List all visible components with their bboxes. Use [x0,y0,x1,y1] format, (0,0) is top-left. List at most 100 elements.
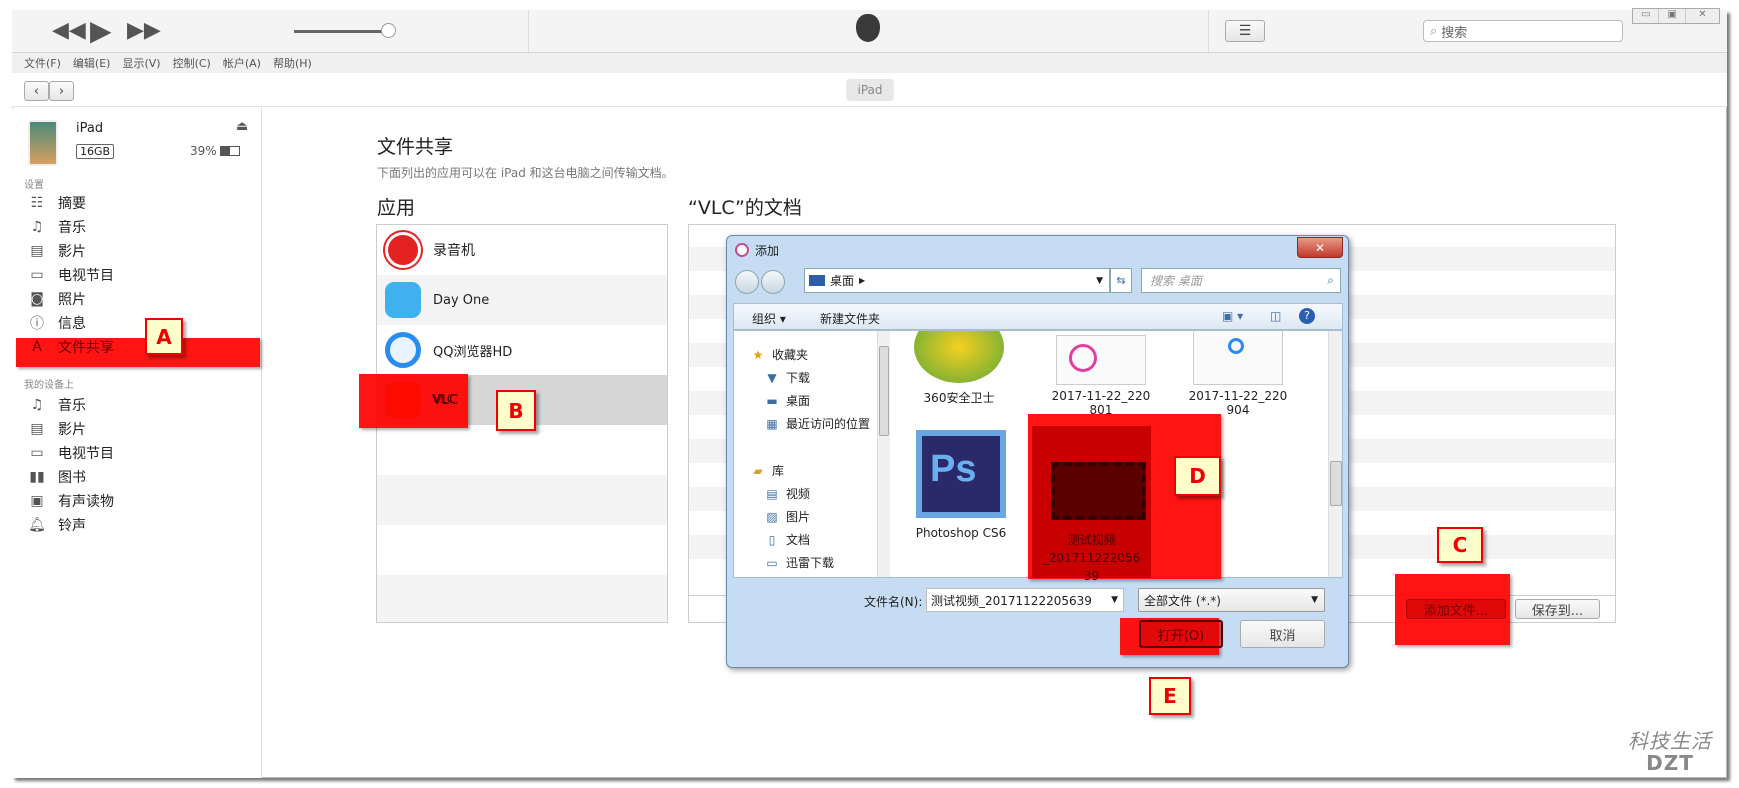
nav-recent[interactable]: ▦ 最近访问的位置 [764,415,870,432]
nav-videos[interactable]: ▤ 视频 [764,485,810,502]
dialog-toolbar: 组织 ▾ 新建文件夹 ▣ ▾ ◫ ? [733,303,1343,330]
filename-input[interactable]: 测试视频_20171122205639 ▼ [926,588,1124,612]
cancel-button[interactable]: 取消 [1240,620,1325,648]
file-type-select[interactable]: 全部文件 (*.*) ▼ [1138,588,1325,612]
nav-row: ‹ › iPad [12,73,1727,107]
sidebar-item-device-books[interactable]: ▮▮ 图书 [26,466,86,488]
camera-icon: ◙ [30,291,44,307]
add-file-dialog: 添加 ✕ 桌面 ▶ ▼ ⇆ 搜索 桌面 ⌕ 组织 ▾ 新建文件夹 ▣ ▾ ◫ ? ★… [726,235,1349,668]
sidebar-item-tv[interactable]: ▭ 电视节目 [26,264,114,286]
add-file-button[interactable]: 添加文件... [1406,599,1506,619]
file-screenshot-1[interactable]: 2017-11-22_220 801 [1036,389,1166,417]
new-folder-button[interactable]: 新建文件夹 [820,310,880,327]
sidebar-item-file-sharing[interactable]: A 文件共享 [26,336,114,358]
nav-documents[interactable]: ▯ 文档 [764,531,810,548]
menu-controls[interactable]: 控制(C) [173,55,211,71]
battery-icon [220,146,240,156]
help-icon[interactable]: ? [1299,308,1315,324]
nav-downloads[interactable]: ▼ 下载 [764,369,810,386]
address-bar[interactable]: 桌面 ▶ ▼ [804,268,1110,293]
page-title: 文件共享 [377,136,454,158]
sidebar-item-summary[interactable]: ☷ 摘要 [26,192,86,214]
device-name: iPad [76,121,104,136]
rewind-icon[interactable]: ◀◀ [52,18,86,43]
menu-help[interactable]: 帮助(H) [273,55,312,71]
info-icon: ⓘ [30,316,44,332]
nav-library[interactable]: ▰ 库 [750,462,784,479]
sidebar-item-photos[interactable]: ◙ 照片 [26,288,86,310]
organize-button[interactable]: 组织 ▾ [752,310,786,327]
video-icon: ▤ [766,486,778,501]
open-button[interactable]: 打开(O) [1139,620,1223,648]
sidebar-item-device-tones[interactable]: 🔔︎ 铃声 [26,514,86,536]
sidebar-item-device-audiobooks[interactable]: ▣ 有声读物 [26,490,114,512]
sidebar: iPad 16GB 39% ⏏ 设置 ☷ 摘要 ♫ 音乐 ▤ 影片 ▭ 电视节目 ◙ 照片… [12,108,262,778]
audiobook-icon: ▣ [30,493,44,509]
forward-button[interactable] [761,270,785,294]
app-row-recorder[interactable]: 录音机 [377,225,667,275]
save-to-button[interactable]: 保存到... [1515,599,1600,619]
music-icon: ♫ [30,219,44,235]
device-capacity: 16GB [76,144,115,159]
back-button[interactable] [735,270,759,294]
picture-icon: ▨ [766,509,778,524]
sidebar-item-music[interactable]: ♫ 音乐 [26,216,86,238]
book-icon: ▮▮ [29,469,45,485]
menu-file[interactable]: 文件(F) [24,55,61,71]
eject-icon[interactable]: ⏏ [236,119,248,134]
app-store-icon: A [32,339,42,355]
refresh-button[interactable]: ⇆ [1110,268,1132,293]
sidebar-item-movies[interactable]: ▤ 影片 [26,240,86,262]
ipad-thumbnail [28,120,58,166]
sidebar-item-device-movies[interactable]: ▤ 影片 [26,418,86,440]
nav-favorites[interactable]: ★ 收藏夹 [750,346,808,363]
minimize-button[interactable]: ▭ [1633,9,1658,23]
nav-pictures[interactable]: ▨ 图片 [764,508,810,525]
app-row-dayone[interactable]: Day One [377,275,667,325]
apps-heading: 应用 [377,197,416,219]
sidebar-item-device-music[interactable]: ♫ 音乐 [26,394,86,416]
maximize-button[interactable]: ▣ [1658,9,1684,23]
sidebar-item-device-tv[interactable]: ▭ 电视节目 [26,442,114,464]
menu-view[interactable]: 显示(V) [122,55,160,71]
address-dropdown-icon[interactable]: ▼ [1096,276,1103,286]
chevron-down-icon[interactable]: ▼ [1111,595,1118,605]
menu-account[interactable]: 帐户(A) [223,55,261,71]
play-icon[interactable]: ▶ [90,14,112,47]
nav-desktop[interactable]: ▬ 桌面 [764,392,810,409]
forward-button[interactable]: › [49,81,74,101]
selected-video-file[interactable]: 测试视频 _201711222056 39 [1032,426,1151,583]
menu-edit[interactable]: 编辑(E) [73,55,111,71]
volume-slider[interactable] [294,30,394,33]
document-icon: ▯ [768,532,776,547]
view-options-icon[interactable]: ▣ ▾ [1222,309,1243,323]
filename-label: 文件名(N): [864,595,923,609]
dialog-search-input[interactable]: 搜索 桌面 ⌕ [1141,268,1341,293]
fast-forward-icon[interactable]: ▶▶ [127,18,161,43]
close-button[interactable]: ✕ [1684,9,1719,23]
folder-icon: ▭ [766,555,778,570]
dialog-close-button[interactable]: ✕ [1297,237,1343,258]
recorder-icon [385,232,421,268]
list-view-button[interactable]: ☰ [1225,20,1265,42]
file-screenshot-2[interactable]: 2017-11-22_220 904 [1173,389,1303,417]
volume-knob[interactable] [381,23,396,38]
chevron-down-icon: ▼ [1311,595,1318,605]
screenshot-thumbnail [1056,335,1146,385]
search-input[interactable]: ⌕ 搜索 [1423,20,1623,42]
sidebar-item-info[interactable]: ⓘ 信息 [26,312,86,334]
file-photoshop[interactable]: Photoshop CS6 [896,526,1026,540]
nav-scrollbar[interactable] [877,331,890,577]
preview-pane-icon[interactable]: ◫ [1270,309,1281,323]
file-360[interactable]: 360安全卫士 [894,389,1024,406]
app-row-qq-browser[interactable]: QQ浏览器HD [377,325,667,375]
settings-header: 设置 [24,180,44,191]
device-pill[interactable]: iPad [846,79,894,101]
video-thumbnail [1051,462,1146,520]
film-icon: ▤ [30,243,44,259]
battery-percent: 39% [190,144,217,158]
files-scrollbar[interactable] [1328,331,1342,577]
nav-thunder-downloads[interactable]: ▭ 迅雷下载 [764,554,834,571]
docs-heading: “VLC”的文档 [688,197,802,219]
back-button[interactable]: ‹ [24,81,49,101]
